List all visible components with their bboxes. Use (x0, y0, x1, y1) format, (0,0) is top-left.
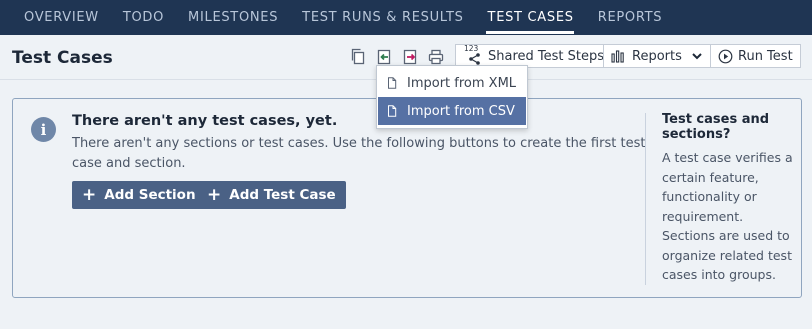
info-icon: i (31, 117, 56, 142)
help-title: Test cases and sections? (662, 112, 770, 142)
empty-state-description: There aren't any sections or test cases.… (72, 136, 646, 171)
tab-reports[interactable]: REPORTS (586, 0, 675, 35)
import-dropdown-menu: Import from XML Import from CSV (376, 65, 528, 129)
menu-item-label: Import from CSV (407, 103, 515, 119)
add-section-label: Add Section (104, 187, 196, 203)
page-title: Test Cases (12, 48, 113, 68)
reports-label: Reports (632, 48, 682, 64)
play-icon (718, 49, 733, 63)
divider (645, 113, 646, 285)
empty-state-title: There aren't any test cases, yet. (72, 113, 338, 129)
tab-test-cases[interactable]: TEST CASES (476, 0, 586, 35)
menu-item-import-csv[interactable]: Import from CSV (378, 97, 526, 125)
plus-icon: + (82, 184, 97, 205)
export-icon[interactable] (400, 47, 420, 67)
run-test-button[interactable]: Run Test (710, 44, 801, 68)
tab-overview[interactable]: OVERVIEW (12, 0, 111, 35)
chevron-down-icon (692, 53, 702, 60)
reports-dropdown-button[interactable]: Reports (603, 44, 711, 68)
tab-test-runs-results[interactable]: TEST RUNS & RESULTS (290, 0, 475, 35)
add-test-case-button[interactable]: + Add Test Case (197, 181, 346, 209)
menu-item-label: Import from XML (407, 75, 517, 91)
menu-item-import-xml[interactable]: Import from XML (378, 69, 526, 97)
add-section-button[interactable]: + Add Section (72, 181, 206, 209)
file-icon (388, 77, 397, 89)
bar-chart-icon (611, 50, 624, 63)
top-navigation: OVERVIEW TODO MILESTONES TEST RUNS & RES… (0, 0, 812, 35)
tab-todo[interactable]: TODO (111, 0, 176, 35)
print-icon[interactable] (426, 47, 446, 67)
copy-icon[interactable] (348, 47, 368, 67)
import-icon[interactable] (374, 47, 394, 67)
shared-test-steps-label: Shared Test Steps (488, 48, 605, 64)
add-test-case-label: Add Test Case (229, 187, 336, 203)
plus-icon: + (207, 184, 222, 205)
run-test-label: Run Test (738, 48, 793, 64)
tab-milestones[interactable]: MILESTONES (176, 0, 290, 35)
file-icon (388, 105, 397, 117)
shared-steps-icon: 123 (463, 44, 483, 65)
help-text: A test case verifies a certain feature, … (662, 150, 793, 282)
